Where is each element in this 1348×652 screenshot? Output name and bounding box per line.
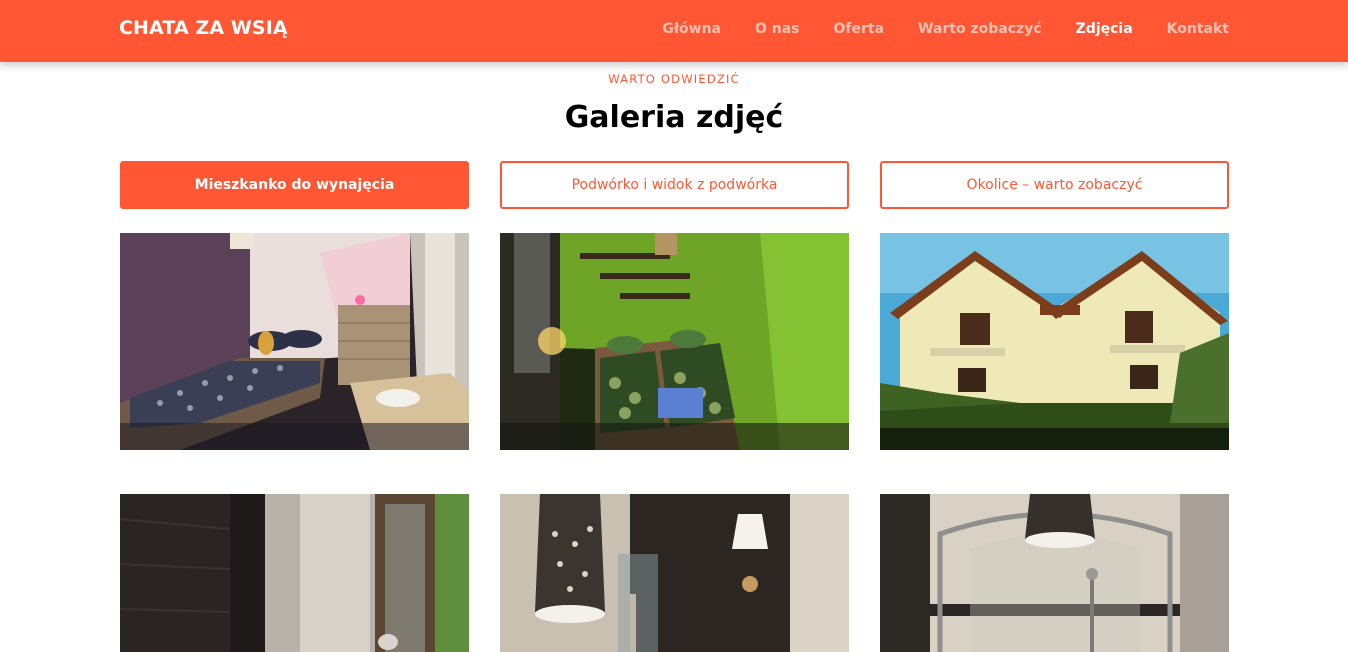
- gallery-photo-bedroom-green[interactable]: [500, 233, 849, 450]
- gallery-filters: Mieszkanko do wynajęcia Podwórko i widok…: [120, 161, 1229, 209]
- gallery-photo-bathroom-lamp[interactable]: [500, 494, 849, 652]
- house-exterior-image: [880, 233, 1229, 450]
- nav-link-o-nas[interactable]: O nas: [755, 21, 800, 37]
- nav-link-kontakt[interactable]: Kontakt: [1167, 21, 1229, 37]
- dark-room-image: [120, 494, 469, 652]
- filter-surroundings-button[interactable]: Okolice – warto zobaczyć: [880, 161, 1229, 209]
- bathroom-shower-image: [880, 494, 1229, 652]
- nav-link-warto-zobaczyc[interactable]: Warto zobaczyć: [918, 21, 1042, 37]
- gallery-photo-dark-room[interactable]: [120, 494, 469, 652]
- gallery-photo-bathroom-shower[interactable]: [880, 494, 1229, 652]
- section-eyebrow: WARTO ODWIEDZIĆ: [608, 72, 740, 86]
- filter-yard-button[interactable]: Podwórko i widok z podwórka: [500, 161, 849, 209]
- brand-logo[interactable]: CHATA ZA WSIĄ: [119, 17, 288, 39]
- main-nav: Główna O nas Oferta Warto zobaczyć Zdjęc…: [628, 21, 1229, 37]
- nav-link-glowna[interactable]: Główna: [662, 21, 721, 37]
- page-title: Galeria zdjęć: [564, 100, 784, 135]
- filter-apartment-button[interactable]: Mieszkanko do wynajęcia: [120, 161, 469, 209]
- bedroom-green-image: [500, 233, 849, 450]
- gallery-photo-house[interactable]: [880, 233, 1229, 450]
- bedroom-photo-image: [120, 233, 469, 450]
- nav-link-oferta[interactable]: Oferta: [834, 21, 885, 37]
- top-navbar: CHATA ZA WSIĄ Główna O nas Oferta Warto …: [0, 0, 1348, 62]
- bathroom-lamp-image: [500, 494, 849, 652]
- nav-link-zdjecia[interactable]: Zdjęcia: [1076, 21, 1133, 37]
- gallery-photo-bedroom-purple[interactable]: [120, 233, 469, 450]
